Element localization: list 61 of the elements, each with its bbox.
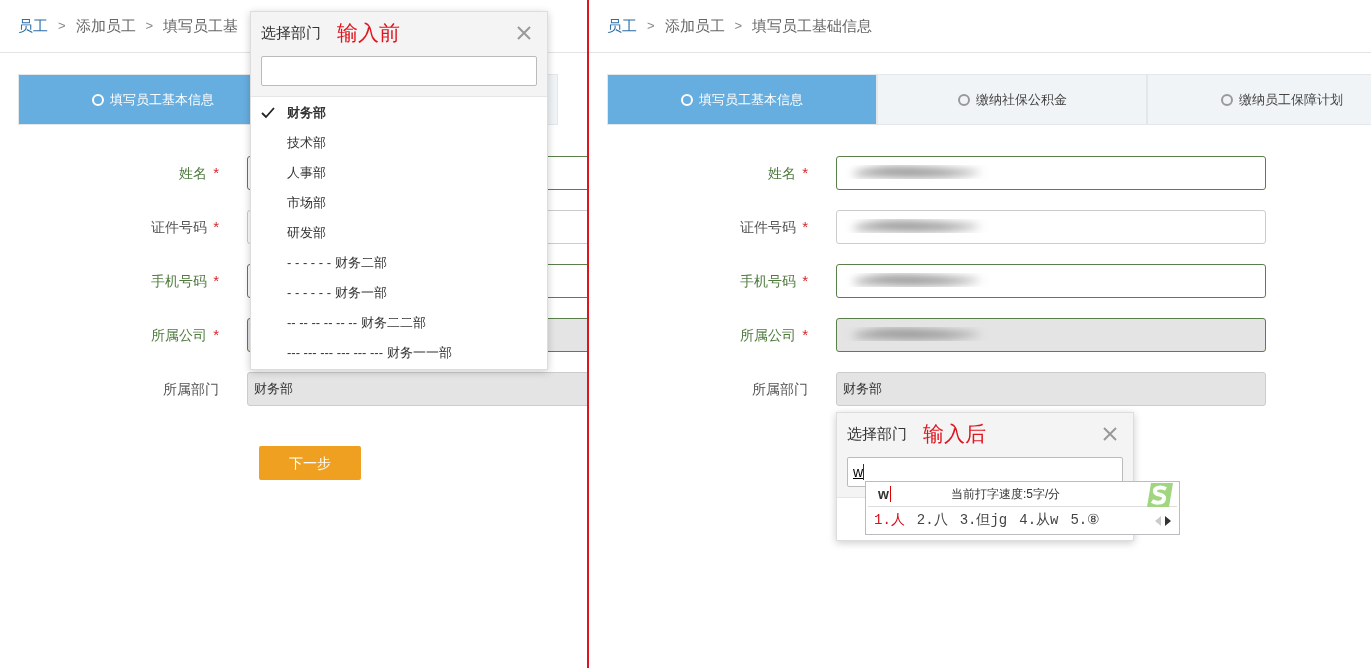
breadcrumb-separator: >: [647, 17, 655, 36]
ime-composition: w: [878, 486, 891, 502]
popup-title: 选择部门: [847, 423, 907, 444]
field-label: 所属部门: [752, 379, 808, 399]
next-icon[interactable]: [1165, 515, 1171, 526]
field-label: 手机号码: [740, 271, 797, 291]
field-label: 所属公司: [740, 325, 797, 345]
field-label: 所属部门: [163, 379, 219, 399]
ime-candidate[interactable]: 2.八: [916, 510, 948, 531]
department-option[interactable]: 技术部: [251, 128, 547, 158]
required-asterisk: *: [213, 216, 219, 237]
field-label: 所属公司: [151, 325, 208, 345]
required-asterisk: *: [802, 324, 808, 345]
text-cursor: [863, 464, 865, 480]
field-label: 姓名: [179, 163, 208, 183]
check-icon: [261, 107, 275, 119]
required-asterisk: *: [802, 270, 808, 291]
ime-candidate[interactable]: 5.⑧: [1070, 510, 1101, 531]
ime-candidate[interactable]: 4.从w: [1019, 510, 1059, 531]
step-tab[interactable]: 缴纳社保公积金: [877, 74, 1147, 125]
breadcrumb-link[interactable]: 员工: [18, 14, 48, 38]
input-field[interactable]: 财务部: [247, 372, 587, 406]
breadcrumb-separator: >: [734, 17, 743, 36]
department-option[interactable]: 人事部: [251, 158, 547, 188]
breadcrumb-item: 添加员工: [75, 15, 136, 36]
breadcrumb-link[interactable]: 员工: [607, 14, 637, 38]
popup-title: 选择部门: [261, 22, 321, 43]
input-field[interactable]: [836, 318, 1266, 352]
department-option[interactable]: --- --- --- --- --- --- 财务一一部: [251, 338, 547, 368]
department-option[interactable]: - - - - - - 财务一部: [251, 278, 547, 308]
breadcrumb-item: 填写员工基: [163, 15, 239, 36]
field-label: 证件号码: [740, 217, 797, 237]
required-asterisk: *: [213, 270, 219, 291]
required-asterisk: *: [213, 162, 219, 183]
ime-candidate[interactable]: 1.人: [874, 510, 905, 531]
close-icon: [517, 26, 531, 40]
ime-candidate[interactable]: 3.但jg: [959, 510, 1008, 531]
typing-speed-text: 当前打字速度:5字/分: [950, 486, 1061, 503]
input-field[interactable]: [836, 210, 1266, 244]
search-field[interactable]: [261, 56, 537, 86]
breadcrumb-item: 填写员工基础信息: [752, 15, 873, 36]
field-label: 手机号码: [151, 271, 208, 291]
department-option[interactable]: 研发部: [251, 218, 547, 248]
breadcrumb-item: 添加员工: [664, 15, 725, 36]
required-asterisk: *: [802, 216, 808, 237]
department-option[interactable]: -- -- -- -- -- -- 财务二二部: [251, 308, 547, 338]
breadcrumb-separator: >: [58, 17, 66, 36]
annotation-text: 输入前: [337, 20, 400, 47]
field-label: 证件号码: [151, 217, 208, 237]
input-field[interactable]: [836, 264, 1266, 298]
required-asterisk: *: [802, 162, 808, 183]
breadcrumb-separator: >: [145, 17, 154, 36]
input-field[interactable]: 财务部: [836, 372, 1266, 406]
department-option[interactable]: - - - - - - 财务二部: [251, 248, 547, 278]
required-asterisk: *: [213, 324, 219, 345]
department-option[interactable]: 市场部: [251, 188, 547, 218]
field-label: 姓名: [768, 163, 797, 183]
close-icon: [1103, 427, 1117, 441]
annotation-text: 输入后: [923, 421, 986, 448]
input-field[interactable]: [836, 156, 1266, 190]
step-tab[interactable]: 缴纳员工保障计划: [1147, 74, 1371, 125]
